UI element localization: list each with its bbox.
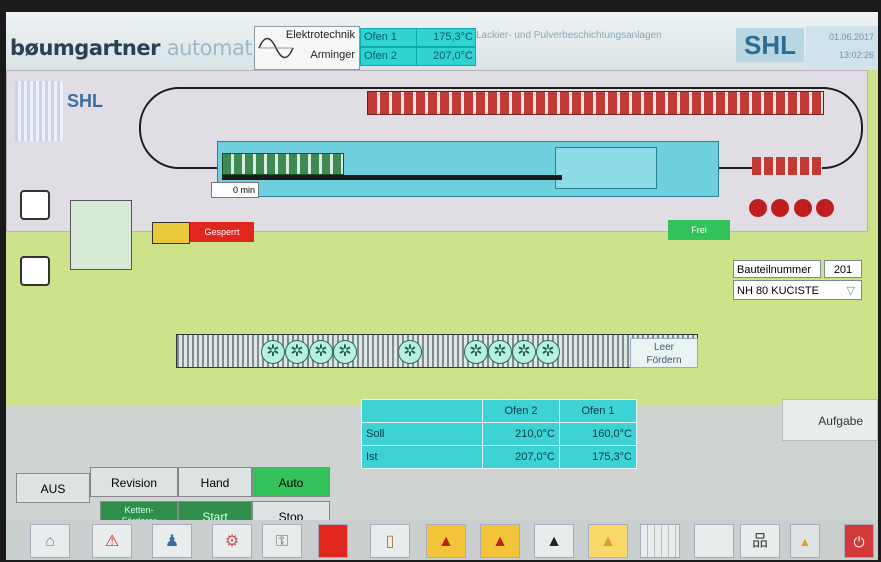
shl-small-logo: SHL bbox=[67, 91, 103, 111]
key-icon[interactable]: ⚿ bbox=[262, 524, 302, 558]
red-indicators bbox=[749, 199, 845, 219]
network-icon[interactable]: 品 bbox=[740, 524, 780, 558]
datetime-display: 01.06.2017 13:02:26 bbox=[806, 26, 878, 66]
motor-2-icon[interactable] bbox=[20, 256, 50, 286]
soll-ofen2[interactable]: 210,0°C bbox=[482, 422, 560, 446]
parts-in-oven bbox=[222, 153, 344, 175]
revision-button[interactable]: Revision bbox=[90, 467, 178, 497]
document-icon[interactable]: ▯ bbox=[370, 524, 410, 558]
etech-line2: Arminger bbox=[310, 49, 355, 61]
shl-logo: SHL bbox=[736, 28, 804, 62]
plc-icon[interactable] bbox=[318, 524, 348, 558]
oven2-header-label: Ofen 2 bbox=[360, 47, 419, 66]
cooling-conveyor bbox=[176, 334, 698, 368]
bauteil-number-field[interactable]: 201 bbox=[824, 260, 862, 278]
fan-icon: ✲ bbox=[488, 340, 512, 364]
blank-icon[interactable] bbox=[694, 524, 734, 558]
person-icon[interactable]: ♟ bbox=[152, 524, 192, 558]
oven2-header-value: 207,0°C bbox=[416, 47, 476, 66]
oven1-header-label: Ofen 1 bbox=[360, 28, 419, 47]
warning-small-icon[interactable]: ▲ bbox=[790, 524, 820, 558]
warning-icon[interactable]: ▲ bbox=[534, 524, 574, 558]
booth-box bbox=[70, 200, 132, 270]
warning-icon[interactable]: ▲ bbox=[426, 524, 466, 558]
aus-button[interactable]: AUS bbox=[16, 473, 90, 503]
fan-icon: ✲ bbox=[285, 340, 309, 364]
logo-part1: bøumgartner bbox=[10, 36, 160, 60]
fan-icon: ✲ bbox=[512, 340, 536, 364]
date-text: 01.06.2017 bbox=[828, 32, 874, 42]
parts-row-top bbox=[367, 91, 824, 115]
row-soll: Soll bbox=[361, 422, 483, 446]
bauteil-label: Bauteilnummer bbox=[733, 260, 821, 278]
soll-ofen1[interactable]: 160,0°C bbox=[559, 422, 637, 446]
col-ofen2: Ofen 2 bbox=[482, 399, 560, 423]
bauteil-select[interactable]: NH 80 KUCISTE ▽ bbox=[733, 280, 862, 300]
table-corner bbox=[361, 399, 483, 423]
gear-flag-icon[interactable]: ⚙ bbox=[212, 524, 252, 558]
plant-overview: SHL Gesperrt Frei ✲ ✲ ✲ ✲ ✲ ✲ ✲ ✲ ✲ Leer… bbox=[6, 70, 878, 405]
time-text: 13:02:26 bbox=[838, 50, 874, 60]
oven1-header-value: 175,3°C bbox=[416, 28, 476, 47]
leer-line2: Fördern bbox=[646, 355, 682, 366]
chevron-down-icon: ▽ bbox=[846, 285, 855, 297]
aufgabe-button[interactable]: Aufgabe bbox=[782, 399, 878, 441]
home-icon[interactable]: ⌂ bbox=[30, 524, 70, 558]
timer-display: 0 min bbox=[211, 182, 259, 198]
bauteil-select-value: NH 80 KUCISTE bbox=[737, 285, 819, 297]
gesperrt-button[interactable]: Gesperrt bbox=[190, 222, 254, 242]
fan-icon: ✲ bbox=[398, 340, 422, 364]
fan-icon: ✲ bbox=[261, 340, 285, 364]
leer-foerdern-button[interactable]: Leer Fördern bbox=[630, 338, 698, 368]
col-ofen1: Ofen 1 bbox=[559, 399, 637, 423]
fan-icon: ✲ bbox=[536, 340, 560, 364]
company-text: Lackier- und Pulverbeschichtungsanlagen bbox=[476, 30, 662, 41]
frei-button[interactable]: Frei bbox=[668, 220, 730, 240]
spray-gun-icon[interactable] bbox=[152, 222, 190, 244]
auto-button[interactable]: Auto bbox=[252, 467, 330, 497]
leer-line1: Leer bbox=[653, 342, 674, 353]
hmi-screen: bøumgartner automation Elektrotechnik Ar… bbox=[6, 12, 878, 560]
row-ist: Ist bbox=[361, 445, 483, 469]
warning-icon[interactable]: ⚠ bbox=[92, 524, 132, 558]
ist-ofen1: 175,3°C bbox=[559, 445, 637, 469]
oven-section-2 bbox=[555, 147, 657, 189]
temperature-table: Ofen 2 Ofen 1 Soll 210,0°C 160,0°C Ist 2… bbox=[361, 399, 637, 469]
fan-icon: ✲ bbox=[464, 340, 488, 364]
oven-rail bbox=[222, 175, 562, 180]
etech-line1: Elektrotechnik bbox=[285, 29, 355, 41]
power-icon[interactable]: ⏻ bbox=[844, 524, 874, 558]
elektrotechnik-logo: Elektrotechnik Arminger bbox=[254, 26, 360, 70]
header-bar: bøumgartner automation Elektrotechnik Ar… bbox=[6, 12, 878, 71]
chart-icon[interactable] bbox=[640, 524, 680, 558]
fan-icon: ✲ bbox=[309, 340, 333, 364]
hand-button[interactable]: Hand bbox=[178, 467, 252, 497]
warning-icon[interactable]: ▲ bbox=[480, 524, 520, 558]
bottom-toolbar: ⌂ ⚠ ♟ ⚙ ⚿ ▯ ▲ ▲ ▲ ▲ 品 ▲ ⏻ bbox=[6, 520, 878, 560]
warning-icon[interactable]: ▲ bbox=[588, 524, 628, 558]
shl-stripes bbox=[15, 81, 63, 141]
fan-icon: ✲ bbox=[333, 340, 357, 364]
hall-area: SHL bbox=[6, 70, 868, 232]
ist-ofen2: 207,0°C bbox=[482, 445, 560, 469]
baumgartner-logo: bøumgartner automation bbox=[10, 36, 283, 60]
motor-1-icon[interactable] bbox=[20, 190, 50, 220]
parts-row-right bbox=[752, 157, 822, 175]
